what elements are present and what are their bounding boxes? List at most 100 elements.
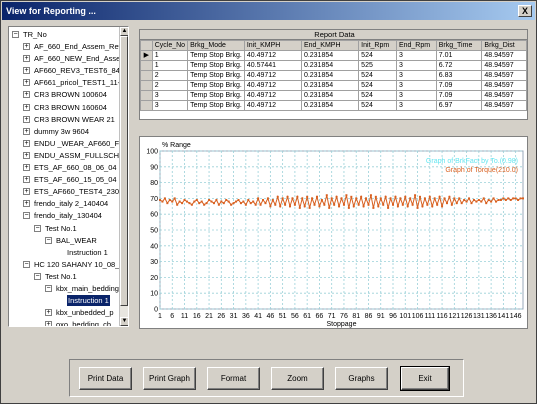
zoom-button[interactable]: Zoom bbox=[271, 367, 324, 390]
grid-cell[interactable]: Temp Stop Brkg. bbox=[187, 60, 245, 71]
tree-expander-icon[interactable]: + bbox=[23, 188, 30, 196]
tree-node[interactable]: AF_660_NEW_End_Assem bbox=[34, 53, 120, 64]
tree-expander-icon[interactable]: + bbox=[23, 139, 30, 147]
table-row[interactable]: 1 Temp Stop Brkg. 40.57441 0.231854 525 3 6.72… bbox=[140, 60, 527, 71]
tree-node[interactable]: frendo_italy_130404 bbox=[34, 210, 102, 221]
grid-cell[interactable]: 3 bbox=[151, 90, 189, 101]
row-header[interactable] bbox=[140, 100, 153, 111]
table-row[interactable]: 3 Temp Stop Brkg. 40.49712 0.231854 524 3 6.97… bbox=[140, 100, 527, 111]
close-button[interactable]: X bbox=[518, 5, 532, 17]
grid-cell[interactable]: Temp Stop Brkg. bbox=[187, 90, 245, 101]
tree-expander-icon[interactable]: + bbox=[23, 79, 30, 87]
print-data-button[interactable]: Print Data bbox=[79, 367, 132, 390]
grid-cell[interactable]: Temp Stop Brkg. bbox=[187, 50, 245, 61]
tree-scrollbar[interactable]: ▲ ▼ bbox=[119, 27, 128, 326]
tree-node[interactable]: ETS_AF_660_15_05_04 bbox=[34, 174, 117, 185]
grid-cell[interactable]: 7.01 bbox=[435, 50, 483, 61]
grid-cell[interactable]: 0.231854 bbox=[300, 60, 360, 71]
grid-cell[interactable]: Temp Stop Brkg. bbox=[187, 70, 245, 81]
grid-cell[interactable]: 0.231854 bbox=[300, 100, 360, 111]
grid-cell[interactable]: 3 bbox=[395, 70, 437, 81]
tree-expander-icon[interactable]: + bbox=[23, 127, 30, 135]
row-header[interactable] bbox=[140, 90, 153, 101]
grid-cell[interactable]: 524 bbox=[358, 50, 397, 61]
title-bar[interactable]: View for Reporting ... X bbox=[2, 2, 535, 20]
tr-no-tree[interactable]: − TR_No + AF_660_End_Assem_Rev + AF_660_NEW… bbox=[8, 26, 129, 327]
tree-expander-icon[interactable]: − bbox=[45, 285, 52, 292]
tree-expander-icon[interactable]: + bbox=[23, 200, 30, 208]
grid-cell[interactable]: 524 bbox=[358, 90, 397, 101]
grid-cell[interactable]: 524 bbox=[358, 100, 397, 111]
tree-expander-icon[interactable]: + bbox=[23, 91, 30, 99]
tree-node[interactable]: Test No.1 bbox=[45, 223, 77, 234]
grid-cell[interactable]: 48.94597 bbox=[481, 50, 527, 61]
tree-root-expander[interactable]: − bbox=[12, 31, 19, 38]
tree-node[interactable]: CR3 BROWN 100604 bbox=[34, 89, 107, 100]
grid-cell[interactable]: 40.49712 bbox=[243, 70, 302, 81]
scroll-down-arrow-icon[interactable]: ▼ bbox=[120, 317, 128, 326]
tree-root[interactable]: TR_No bbox=[23, 29, 47, 40]
tree-expander-icon[interactable]: + bbox=[23, 151, 30, 159]
grid-cell[interactable]: 1 bbox=[151, 50, 189, 61]
grid-cell[interactable]: 48.94597 bbox=[481, 70, 527, 81]
row-header[interactable] bbox=[140, 60, 153, 71]
tree-node[interactable]: ETS_AF_660_08_06_04 bbox=[34, 162, 117, 173]
grid-cell[interactable]: 2 bbox=[151, 70, 189, 81]
tree-node[interactable]: Instruction 1 bbox=[67, 295, 110, 307]
grid-cell[interactable]: 3 bbox=[395, 50, 437, 61]
grid-cell[interactable]: 0.231854 bbox=[300, 50, 360, 61]
report-data-grid[interactable]: Report Data Cycle_No Brkg_Mode Init_KMPH En… bbox=[139, 29, 528, 120]
tree-node[interactable]: kbx_unbedded_p bbox=[56, 307, 114, 318]
tree-node[interactable]: oxo_bedding_ch bbox=[56, 319, 111, 326]
tree-expander-icon[interactable]: + bbox=[23, 103, 30, 111]
grid-cell[interactable]: 525 bbox=[358, 60, 397, 71]
grid-cell[interactable]: 0.231854 bbox=[300, 80, 360, 91]
current-row-arrow-icon[interactable]: ▶ bbox=[140, 50, 153, 61]
tree-expander-icon[interactable]: − bbox=[34, 224, 41, 232]
grid-cell[interactable]: 6.97 bbox=[435, 100, 483, 111]
tree-node[interactable]: CR3 BROWN WEAR 21 bbox=[34, 114, 115, 125]
table-row[interactable]: ▶ 1 Temp Stop Brkg. 40.49712 0.231854 524 3 7.0… bbox=[140, 50, 527, 61]
grid-cell[interactable]: 48.94597 bbox=[481, 60, 527, 71]
grid-cell[interactable]: 40.57441 bbox=[243, 60, 302, 71]
tree-expander-icon[interactable]: − bbox=[23, 260, 30, 268]
grid-cell[interactable]: 40.49712 bbox=[243, 80, 302, 91]
grid-cell[interactable]: 48.94597 bbox=[481, 80, 527, 91]
scroll-up-arrow-icon[interactable]: ▲ bbox=[120, 27, 128, 36]
tree-expander-icon[interactable]: + bbox=[23, 43, 30, 50]
grid-cell[interactable]: 3 bbox=[395, 80, 437, 91]
grid-column-header[interactable]: Init_Rpm bbox=[358, 40, 397, 51]
grid-cell[interactable]: 7.09 bbox=[435, 80, 483, 91]
table-row[interactable]: 3 Temp Stop Brkg. 40.49712 0.231854 524 3 7.09… bbox=[140, 90, 527, 101]
tree-expander-icon[interactable]: − bbox=[23, 212, 30, 220]
row-header[interactable] bbox=[140, 80, 153, 91]
grid-cell[interactable]: 0.231854 bbox=[300, 70, 360, 81]
tree-node[interactable]: CR3 BROWN 160604 bbox=[34, 102, 107, 113]
grid-column-header[interactable]: Brkg_Mode bbox=[187, 40, 245, 51]
tree-node[interactable]: Test No.1 bbox=[45, 271, 77, 282]
grid-column-header[interactable]: Cycle_No bbox=[151, 40, 189, 51]
tree-node[interactable]: kbx_main_bedding bbox=[56, 283, 119, 294]
grid-cell[interactable]: 1 bbox=[151, 60, 189, 71]
table-row[interactable]: 2 Temp Stop Brkg. 40.49712 0.231854 524 3 7.09… bbox=[140, 80, 527, 91]
grid-cell[interactable]: 3 bbox=[395, 100, 437, 111]
tree-node[interactable]: frendo_italy 2_140404 bbox=[34, 198, 108, 209]
tree-node[interactable]: AF660_REV3_TEST6_84 bbox=[34, 65, 120, 76]
grid-column-header[interactable]: End_Rpm bbox=[395, 40, 437, 51]
tree-node[interactable]: dummy 3w 9604 bbox=[34, 126, 89, 137]
row-header[interactable] bbox=[140, 70, 153, 81]
format-button[interactable]: Format bbox=[207, 367, 260, 390]
grid-cell[interactable]: Temp Stop Brkg. bbox=[187, 80, 245, 91]
grid-cell[interactable]: 40.49712 bbox=[243, 90, 302, 101]
grid-cell[interactable]: 48.94597 bbox=[481, 90, 527, 101]
grid-cell[interactable]: 524 bbox=[358, 70, 397, 81]
tree-expander-icon[interactable]: + bbox=[45, 309, 52, 317]
tree-node[interactable]: BAL_WEAR bbox=[56, 235, 97, 246]
tree-node[interactable]: AF661_pricol_TEST1_11- bbox=[34, 77, 120, 88]
tree-node[interactable]: Instruction 1 bbox=[67, 247, 108, 258]
grid-cell[interactable]: 3 bbox=[395, 90, 437, 101]
grid-cell[interactable]: 3 bbox=[151, 100, 189, 111]
tree-expander-icon[interactable]: − bbox=[34, 272, 41, 280]
tree-node[interactable]: AF_660_End_Assem_Rev bbox=[34, 41, 120, 52]
tree-node[interactable]: ETS_AF660_TEST4_230 bbox=[34, 186, 119, 197]
